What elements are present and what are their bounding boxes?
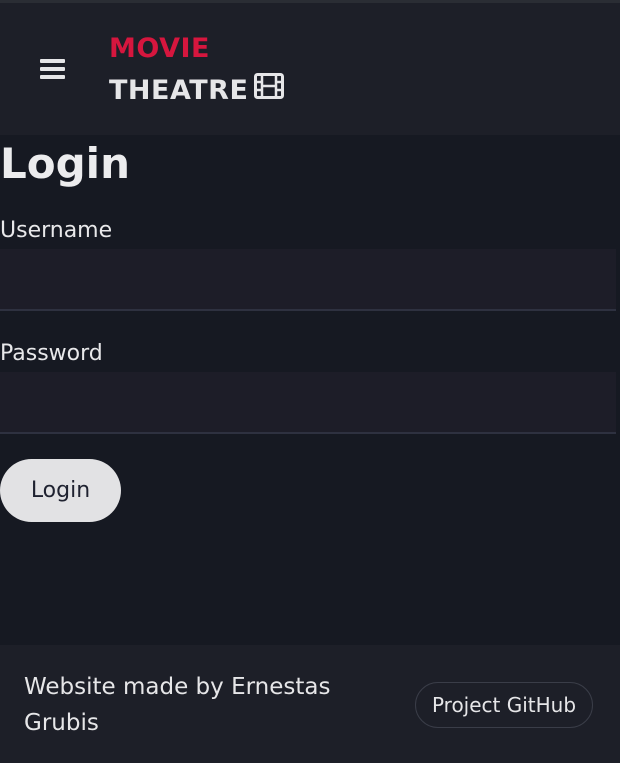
site-header: MOVIE THEATRE bbox=[0, 3, 620, 135]
footer-credit: Website made by Ernestas Grubis bbox=[24, 674, 331, 736]
password-label: Password bbox=[0, 341, 103, 366]
page-title: Login bbox=[0, 139, 130, 188]
site-logo[interactable]: MOVIE THEATRE bbox=[109, 31, 285, 109]
site-footer: Website made by Ernestas Grubis Project … bbox=[0, 645, 620, 763]
login-button[interactable]: Login bbox=[0, 459, 121, 522]
brand-bottom-row: THEATRE bbox=[109, 73, 285, 109]
brand-bottom-text: THEATRE bbox=[109, 75, 249, 106]
github-link-button[interactable]: Project GitHub bbox=[415, 682, 593, 728]
login-section: Login Username Password Login bbox=[0, 135, 620, 645]
password-input[interactable] bbox=[0, 372, 616, 434]
hamburger-menu-icon[interactable] bbox=[40, 59, 68, 81]
brand-top-text: MOVIE bbox=[109, 33, 210, 64]
film-icon bbox=[254, 73, 285, 109]
username-input[interactable] bbox=[0, 249, 616, 311]
username-label: Username bbox=[0, 218, 113, 243]
